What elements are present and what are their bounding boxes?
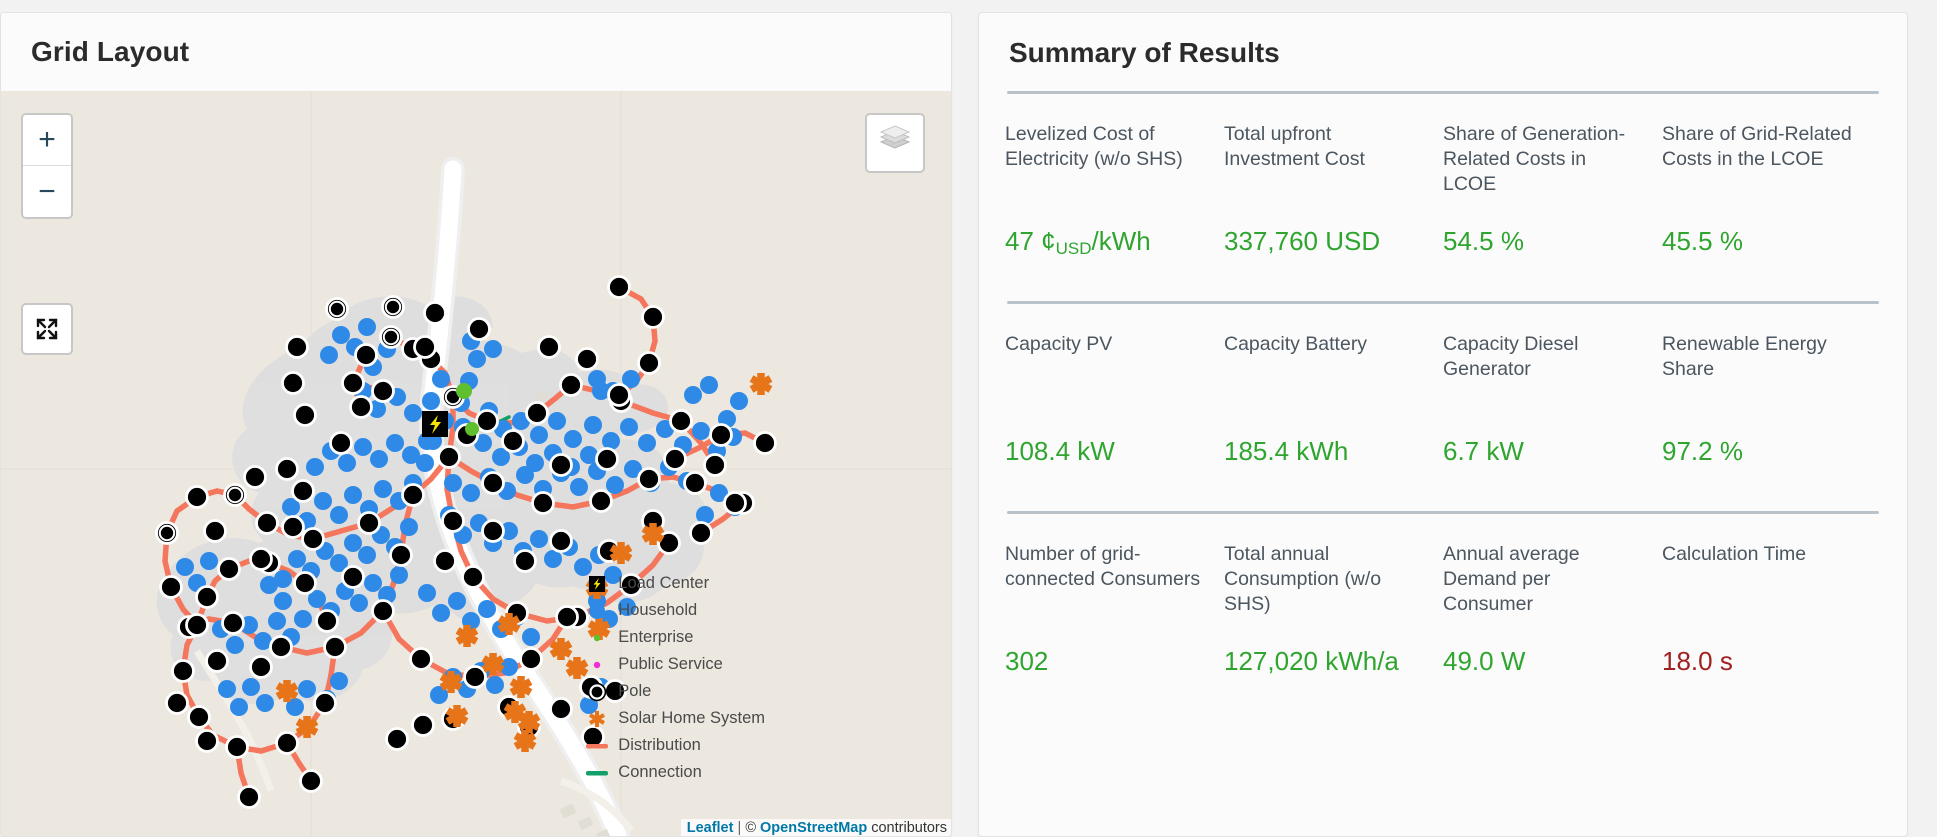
legend-label: Household	[618, 601, 698, 620]
results-row-1: Levelized Cost of Electricity (w/o SHS) …	[1005, 94, 1881, 258]
metric-value: 337,760 USD	[1224, 226, 1381, 256]
metric-lcoe: Levelized Cost of Electricity (w/o SHS) …	[1005, 122, 1224, 258]
grid-layout-card: Grid Layout + − Load Center Household En…	[0, 12, 952, 837]
metric-value: 302	[1005, 646, 1049, 676]
attribution-separator: |	[737, 820, 742, 836]
metric-capacity-battery: Capacity Battery 185.4 kWh	[1224, 332, 1443, 467]
legend-label: Solar Home System	[618, 709, 765, 728]
fullscreen-icon	[36, 318, 58, 340]
metric-capacity-pv: Capacity PV 108.4 kW	[1005, 332, 1224, 467]
legend-label: Pole	[618, 682, 652, 701]
metric-label: Annual average Demand per Consumer	[1443, 543, 1580, 615]
metric-renewable-energy-share: Renewable Energy Share 97.2 %	[1662, 332, 1881, 467]
metric-label: Capacity Diesel Generator	[1443, 333, 1579, 380]
metric-total-annual-consumption: Total annual Consumption (w/o SHS) 127,0…	[1224, 542, 1443, 677]
legend-item-solar-home-system: Solar Home System	[582, 705, 765, 732]
openstreetmap-link[interactable]: OpenStreetMap	[760, 820, 867, 836]
metric-share-generation-related-costs: Share of Generation-Related Costs in LCO…	[1443, 122, 1662, 257]
page-title: Grid Layout	[31, 36, 190, 67]
solar-home-system-icon	[582, 709, 612, 729]
attribution-contributors: contributors	[871, 820, 947, 836]
legend-item-load-center: Load Center	[582, 570, 765, 597]
metric-calculation-time: Calculation Time 18.0 s	[1662, 542, 1881, 677]
metric-capacity-diesel-generator: Capacity Diesel Generator 6.7 kW	[1443, 332, 1662, 467]
grid-layout-header: Grid Layout	[1, 13, 951, 91]
layers-button[interactable]	[865, 113, 925, 173]
household-dot-icon	[582, 602, 612, 620]
legend-label: Distribution	[618, 736, 701, 755]
metric-label: Share of Generation-Related Costs in LCO…	[1443, 123, 1626, 195]
metric-value: 97.2 %	[1662, 436, 1743, 466]
legend-item-connection: Connection	[582, 759, 765, 786]
results-row-3: Number of grid-connected Consumers 302 T…	[1005, 514, 1881, 677]
map-zoom-control[interactable]: + −	[21, 113, 73, 219]
legend-item-distribution: Distribution	[582, 732, 765, 759]
metric-value: 185.4 kWh	[1224, 436, 1349, 466]
metric-label: Total annual Consumption (w/o SHS)	[1224, 543, 1382, 615]
enterprise-dot-icon	[582, 629, 612, 647]
metric-value: 6.7 kW	[1443, 436, 1524, 466]
layers-icon	[879, 125, 911, 149]
metric-value: 47 ¢USD/kWh	[1005, 226, 1204, 258]
leaflet-map[interactable]: + − Load Center Household Enterprise Pub…	[1, 91, 951, 836]
legend-label: Enterprise	[618, 628, 694, 647]
load-center-marker	[422, 411, 448, 437]
metric-label: Capacity PV	[1005, 333, 1113, 355]
legend-item-public-service: Public Service	[582, 651, 765, 678]
legend-label: Load Center	[618, 574, 710, 593]
app-root: Grid Layout + − Load Center Household En…	[0, 0, 1937, 837]
summary-of-results-card: Summary of Results Levelized Cost of Ele…	[978, 12, 1908, 837]
pole-icon	[582, 682, 612, 702]
metric-label: Capacity Battery	[1224, 333, 1368, 355]
legend-label: Public Service	[618, 655, 723, 674]
map-attribution: Leaflet | © OpenStreetMap contributors	[680, 819, 951, 836]
metric-value: 18.0 s	[1662, 646, 1733, 676]
metric-value: 108.4 kW	[1005, 436, 1115, 466]
copyright-symbol: ©	[745, 820, 756, 836]
metric-total-upfront-investment-cost: Total upfront Investment Cost 337,760 US…	[1224, 122, 1443, 257]
public-service-dot-icon	[582, 656, 612, 674]
legend-label: Connection	[618, 763, 702, 782]
metric-share-grid-related-costs: Share of Grid-Related Costs in the LCOE …	[1662, 122, 1881, 257]
metric-value-subscript: USD	[1055, 239, 1092, 258]
metric-label: Renewable Energy Share	[1662, 333, 1827, 380]
zoom-out-button[interactable]: −	[23, 166, 71, 217]
metric-value-unit: /kWh	[1091, 226, 1151, 256]
metric-value: 54.5 %	[1443, 226, 1524, 256]
connection-line-icon	[582, 768, 612, 778]
fullscreen-button[interactable]	[21, 303, 73, 355]
metric-label: Calculation Time	[1662, 543, 1807, 565]
legend-item-pole: Pole	[582, 678, 765, 705]
metric-number-of-grid-connected-consumers: Number of grid-connected Consumers 302	[1005, 542, 1224, 677]
metric-label: Number of grid-connected Consumers	[1005, 543, 1201, 590]
metric-value: 45.5 %	[1662, 226, 1743, 256]
summary-title: Summary of Results	[1009, 37, 1280, 68]
metric-label: Share of Grid-Related Costs in the LCOE	[1662, 123, 1852, 170]
legend-item-enterprise: Enterprise	[582, 624, 765, 651]
map-legend: Load Center Household Enterprise Public …	[582, 570, 765, 786]
metric-label: Total upfront Investment Cost	[1224, 123, 1365, 170]
metric-value: 49.0 W	[1443, 646, 1526, 676]
metric-value: 127,020 kWh/a	[1224, 646, 1399, 676]
zoom-in-button[interactable]: +	[23, 115, 71, 166]
leaflet-link[interactable]: Leaflet	[687, 820, 734, 836]
load-center-icon	[582, 575, 612, 593]
map-canvas	[1, 91, 951, 836]
metric-annual-average-demand-per-consumer: Annual average Demand per Consumer 49.0 …	[1443, 542, 1662, 677]
legend-item-household: Household	[582, 597, 765, 624]
results-row-2: Capacity PV 108.4 kW Capacity Battery 18…	[1005, 304, 1881, 467]
distribution-line-icon	[582, 741, 612, 751]
metric-value-main: 47 ¢	[1005, 226, 1056, 256]
metric-label: Levelized Cost of Electricity (w/o SHS)	[1005, 123, 1183, 170]
